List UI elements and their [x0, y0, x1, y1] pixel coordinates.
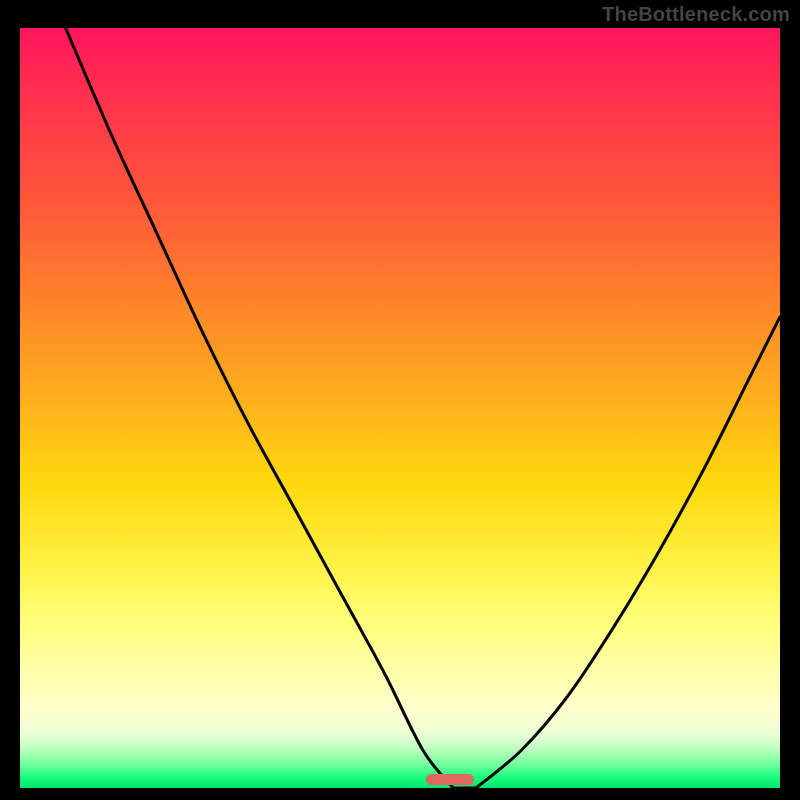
chart-stage: TheBottleneck.com — [0, 0, 800, 800]
curve-path — [66, 28, 780, 788]
watermark-text: TheBottleneck.com — [602, 4, 790, 27]
plot-area — [20, 28, 780, 788]
balance-marker — [426, 774, 474, 785]
line-curve — [20, 28, 780, 788]
